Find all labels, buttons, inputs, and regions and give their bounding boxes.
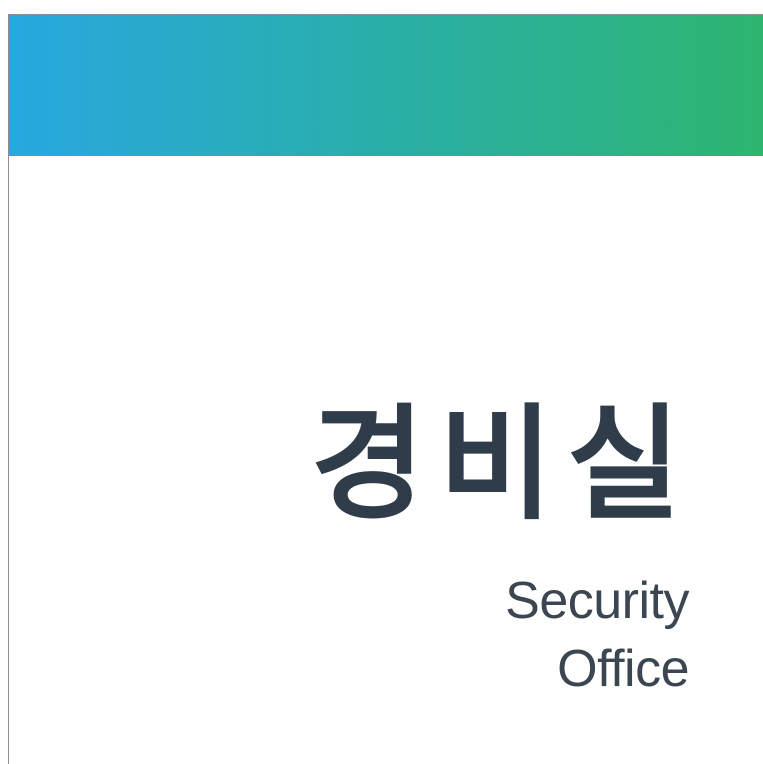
room-sign: 경비실 Security Office	[8, 14, 763, 764]
sign-title-english: Security Office	[429, 567, 689, 703]
gradient-header-band	[9, 15, 763, 156]
sign-title-english-line2: Office	[557, 640, 689, 698]
sign-title-korean: 경비실	[310, 393, 695, 537]
sign-title-english-line1: Security	[505, 572, 689, 630]
